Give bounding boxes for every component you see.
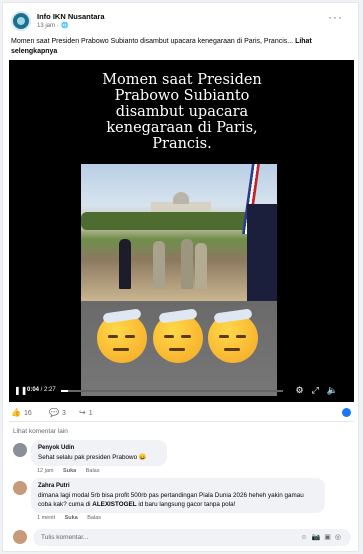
- page-name[interactable]: Info IKN Nusantara: [37, 12, 105, 21]
- like-comment-button[interactable]: Suka: [65, 515, 78, 521]
- comment-author[interactable]: Penyok Udin: [38, 444, 160, 453]
- commenter-avatar[interactable]: [13, 481, 27, 495]
- reaction-badge-icon: [342, 408, 351, 417]
- duration: 2:27: [44, 387, 56, 393]
- settings-icon[interactable]: ⚙: [296, 385, 312, 395]
- engagement-stats: 👍 16 💬 3 ↪ 1: [11, 408, 351, 420]
- comment-composer: Tulis komentar... ☺📷▣◎: [13, 529, 351, 547]
- person: [195, 243, 207, 289]
- thumbs-up-icon: 👍: [11, 408, 21, 417]
- more-options-icon[interactable]: ···: [328, 10, 343, 24]
- shares-count: 1: [88, 410, 93, 417]
- caption-text: Momen saat Presiden Prabowo Subianto dis…: [11, 38, 294, 45]
- comment-text: dimana lagi modal 5rb bisa profit 500rb …: [38, 491, 318, 509]
- comment-time[interactable]: 12 jam: [37, 468, 54, 474]
- post-time[interactable]: 13 jam: [37, 23, 55, 29]
- comment-bubble: Penyok Udin Sehat selalu pak presiden Pr…: [31, 440, 167, 466]
- emoji-icon[interactable]: ☺: [300, 534, 311, 541]
- globe-icon: 🌐: [61, 23, 69, 29]
- video-player[interactable]: Momen saat Presiden Prabowo Subianto dis…: [9, 60, 354, 402]
- comment-actions: 12 jam Suka Balas: [37, 468, 108, 474]
- video-frame: [81, 164, 277, 301]
- comment-bubble: Zahra Putri dimana lagi modal 5rb bisa p…: [31, 478, 325, 513]
- reply-comment-button[interactable]: Balas: [87, 515, 101, 521]
- comments-stat[interactable]: 💬 3: [49, 408, 66, 417]
- sticker-icon[interactable]: ◎: [335, 534, 345, 541]
- user-avatar[interactable]: [13, 530, 27, 544]
- comment-time[interactable]: 1 menit: [37, 515, 55, 521]
- person: [181, 239, 193, 289]
- palace-dome: [173, 192, 189, 204]
- post-meta: 13 jam · 🌐: [37, 23, 69, 29]
- likes-stat[interactable]: 👍 16: [11, 408, 32, 417]
- page-avatar[interactable]: [11, 11, 31, 31]
- current-time: 0:04: [27, 387, 40, 393]
- shares-stat[interactable]: ↪ 1: [79, 408, 93, 417]
- composer-icons: ☺📷▣◎: [300, 533, 345, 541]
- progress-fill: [61, 390, 68, 392]
- comment-actions: 1 menit Suka Balas: [37, 515, 109, 521]
- view-more-comments[interactable]: Lihat komentar lain: [13, 428, 68, 435]
- person: [119, 239, 131, 289]
- video-control-icons: ⚙⤢🔈: [296, 385, 347, 396]
- commenter-avatar[interactable]: [13, 443, 27, 457]
- like-comment-button[interactable]: Suka: [63, 468, 76, 474]
- reply-comment-button[interactable]: Balas: [86, 468, 100, 474]
- camera-icon[interactable]: 📷: [312, 534, 325, 541]
- fullscreen-icon[interactable]: ⤢: [312, 385, 327, 395]
- video-time: 0:04 / 2:27: [27, 387, 56, 393]
- post-card: Info IKN Nusantara 13 jam · 🌐 ··· Momen …: [2, 2, 359, 552]
- comment-text-part: id baru langsung gacor tanpa pola!: [136, 501, 236, 508]
- comment-text-bold: ALEXISTOGEL: [92, 501, 137, 508]
- volume-icon[interactable]: 🔈: [327, 385, 346, 395]
- dizzy-face-emoji: [97, 308, 147, 363]
- video-controls: ❚❚ 0:04 / 2:27 ⚙⤢🔈: [9, 380, 354, 402]
- person: [153, 241, 165, 289]
- share-icon: ↪: [79, 408, 86, 417]
- post-caption: Momen saat Presiden Prabowo Subianto dis…: [11, 37, 353, 56]
- comment-icon: 💬: [49, 408, 59, 417]
- dizzy-face-emoji: [208, 308, 258, 363]
- gif-icon[interactable]: ▣: [324, 534, 335, 541]
- comment-text: Sehat selalu pak presiden Prabowo 😄: [38, 454, 147, 461]
- progress-track[interactable]: [61, 390, 283, 392]
- divider: [9, 421, 354, 422]
- guard-soldier: [247, 204, 277, 301]
- video-overlay-title: Momen saat Presiden Prabowo Subianto dis…: [93, 66, 271, 162]
- comment-author[interactable]: Zahra Putri: [38, 482, 318, 491]
- pause-icon[interactable]: ❚❚: [14, 386, 27, 395]
- likes-count: 16: [23, 410, 32, 417]
- comments-count: 3: [61, 410, 66, 417]
- post-header: Info IKN Nusantara 13 jam · 🌐 ···: [11, 10, 351, 33]
- dizzy-face-emoji: [153, 308, 203, 363]
